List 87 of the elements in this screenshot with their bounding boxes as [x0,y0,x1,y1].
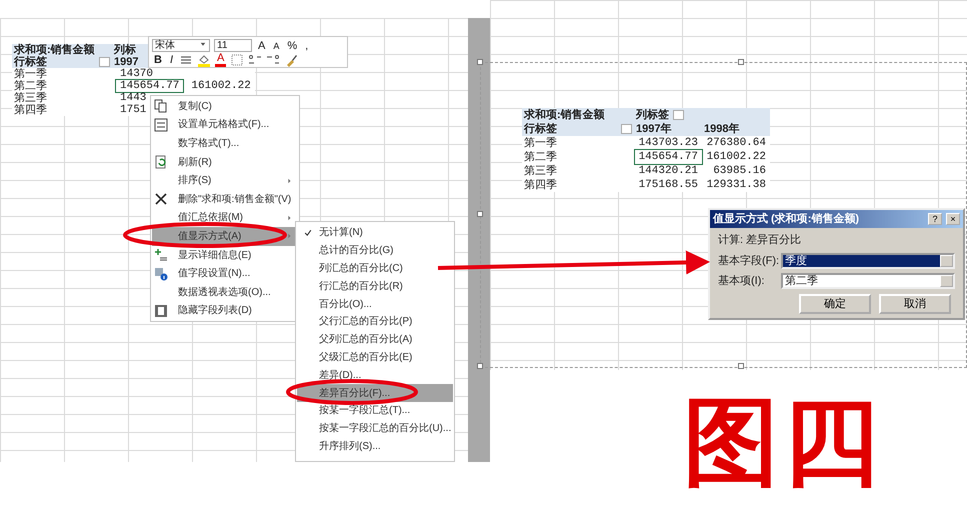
percent-button[interactable]: % [285,40,300,52]
field-settings-icon [154,266,168,281]
menu-item[interactable]: 按某一字段汇总的百分比(U)... [297,420,453,438]
table-cell-text: 175168.55 [638,178,699,192]
table-cell-text: 129331.38 [706,178,767,192]
copy-icon [154,99,168,114]
field-label: 基本字段(F): [718,254,780,268]
field-label: 基本项(I): [718,274,766,289]
shrink-font-button[interactable]: A [271,40,282,52]
comma-button[interactable]: , [303,40,310,52]
menu-item[interactable]: 行汇总的百分比(R) [297,277,453,296]
menu-item[interactable]: 刷新(R) [152,152,298,172]
row-label: 第三季 [522,164,634,178]
menu-item[interactable]: 按某一字段汇总(T)... [297,402,453,420]
menu-item[interactable]: 父列汇总的百分比(A) [297,330,453,349]
table-cell-text: 14370 [119,68,154,80]
delete-icon [154,192,168,206]
field-list-icon [154,304,168,318]
menu-item[interactable]: 删除"求和项:销售金额"(V) [152,190,298,209]
menu-item[interactable]: 总计的百分比(G) [297,242,453,260]
menu-item[interactable]: 数据透视表选项(O)... [152,282,298,302]
format-cells-icon [154,118,168,132]
calculation-label: 计算: 差异百分比 [718,233,802,248]
menu-item[interactable]: 列汇总的百分比(C) [297,260,453,278]
row-label: 第二季 [522,150,634,164]
pivot-header: 行标签 [524,122,557,136]
dialog-title: 值显示方式 (求和项:销售金额) [713,212,860,227]
dropdown-button[interactable] [621,124,632,134]
menu-item[interactable]: 值汇总依据(M) [152,208,298,228]
pivot-header: 求和项:销售金额 [12,44,112,56]
row-label: 第一季 [12,68,112,80]
font-color-button[interactable]: A [215,52,226,67]
table-cell-text: 161002.22 [706,150,767,164]
pivot-header: 列标签 [636,109,669,121]
caption-text: 图四 [683,388,883,498]
table-cell-text: 1751 [119,104,148,116]
pivot-header: 求和项:销售金额 [522,108,634,122]
row-label: 第三季 [12,92,112,104]
grow-font-button[interactable]: A [256,40,268,52]
menu-item[interactable]: 数字格式(T)... [152,134,298,153]
font-size-field[interactable]: 11 [214,39,252,52]
table-cell-text: 144320.21 [638,164,699,178]
menu-item[interactable]: 升序排列(S)... [297,438,453,456]
add-details-icon [154,248,168,262]
table-cell-text: 143703.23 [638,136,699,150]
row-label: 第一季 [522,136,634,150]
table-cell-text: 63985.16 [712,164,767,178]
menu-item[interactable]: 排序(S) [152,171,298,190]
bold-button[interactable]: B [152,54,164,66]
help-button[interactable]: ? [928,213,942,225]
column-header: 1997年 [634,122,702,136]
borders-icon [230,52,244,66]
dialog-button[interactable]: 确定 [799,294,871,314]
row-label: 第二季 [12,80,112,92]
column-header: 1998年 [702,122,770,136]
caret-icon [199,40,207,48]
table-cell-text: 161002.22 [190,80,252,92]
dialog-button[interactable]: 取消 [879,294,951,314]
menu-item[interactable]: 设置单元格格式(F)... [152,116,298,134]
menu-item[interactable]: 显示详细信息(E) [152,246,298,264]
decimal-icon [266,52,280,66]
table-cell-text: 276380.64 [706,136,767,150]
italic-button[interactable]: I [168,54,176,66]
close-button[interactable]: × [946,213,960,225]
row-label: 第四季 [12,104,112,116]
font-field[interactable]: 宋体 [152,39,210,52]
menu-item[interactable]: 无计算(N) [297,224,453,242]
menu-item[interactable]: 隐藏字段列表(D) [152,302,298,320]
dropdown-button[interactable] [99,57,110,67]
fill-color-icon [197,52,212,66]
table-cell-text: 1443 [119,92,148,104]
pivot-header: 行标签 [14,56,47,68]
menu-item[interactable]: 差异(D)... [297,366,453,384]
menu-item[interactable]: 父级汇总的百分比(E) [297,348,453,366]
table-cell: 145654.77 [634,150,702,164]
dropdown-field[interactable]: 第二季 [781,273,955,290]
dropdown-button[interactable] [673,110,684,120]
table-cell: 145654.77 [116,80,184,92]
refresh-icon [154,155,168,170]
menu-item[interactable]: 复制(C) [152,97,298,116]
menu-item[interactable]: 百分比(O)... [297,295,453,313]
decimal-icon [248,52,262,66]
menu-item[interactable]: 值字段设置(N)... [152,264,298,283]
menu-item[interactable]: 父行汇总的百分比(P) [297,312,453,331]
dropdown-field[interactable]: 季度 [781,252,955,269]
row-label: 第四季 [522,178,634,192]
pivot-header: 列标 [114,44,136,56]
